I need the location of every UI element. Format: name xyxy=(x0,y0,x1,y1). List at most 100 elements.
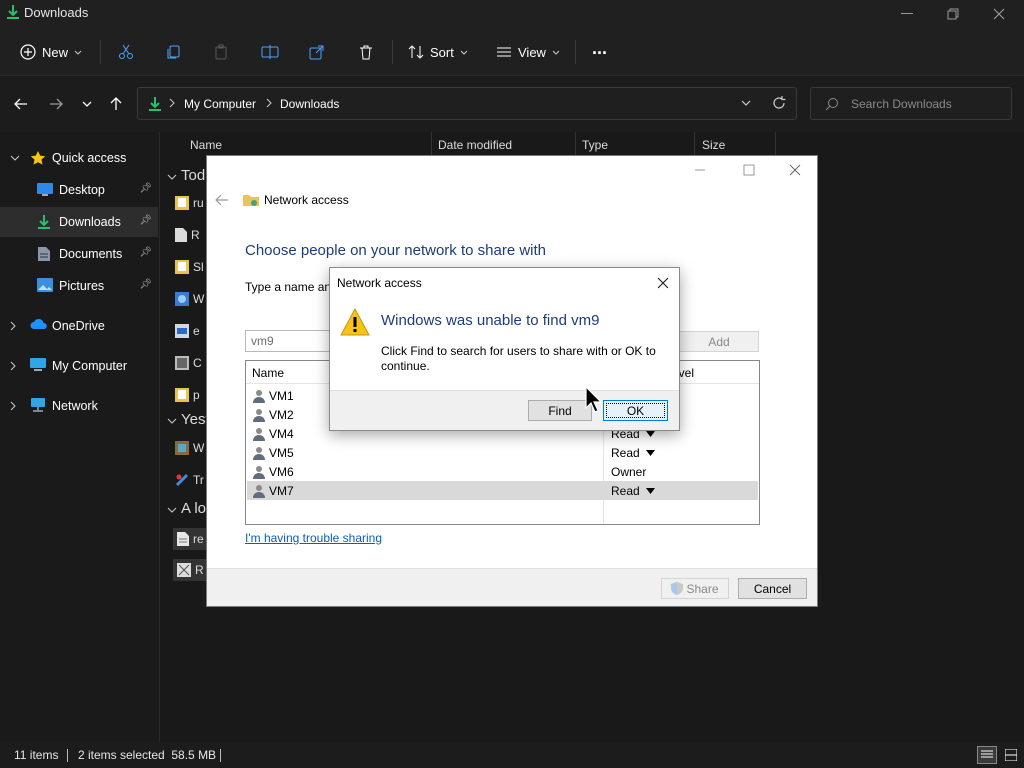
chevron-down-icon xyxy=(167,418,181,424)
back-button[interactable] xyxy=(11,96,31,112)
address-dropdown-icon[interactable] xyxy=(741,100,751,106)
paste-button[interactable] xyxy=(213,38,229,66)
list-item[interactable]: C xyxy=(175,356,202,370)
network-icon xyxy=(30,398,46,414)
rename-button[interactable] xyxy=(261,38,279,66)
view-button[interactable]: View xyxy=(496,38,560,66)
dialog-close-button[interactable] xyxy=(789,164,801,176)
chevron-right-icon xyxy=(10,401,20,411)
dialog-minimize-button[interactable] xyxy=(694,164,706,176)
details-view-button[interactable] xyxy=(977,746,997,764)
desktop-icon xyxy=(37,182,53,198)
app-icon xyxy=(175,292,189,306)
nav-documents[interactable]: Documents 📌︎ xyxy=(0,239,158,269)
more-options-button[interactable]: ... xyxy=(592,34,607,62)
close-window-button[interactable] xyxy=(976,2,1022,26)
minimize-button[interactable] xyxy=(884,2,930,26)
column-header-type[interactable]: Type xyxy=(582,138,608,152)
document-icon xyxy=(37,246,53,262)
breadcrumb-downloads[interactable]: Downloads xyxy=(280,97,339,111)
search-box[interactable]: Search Downloads xyxy=(810,87,1012,120)
table-row-selected[interactable]: VM7 Read xyxy=(247,481,758,500)
up-button[interactable] xyxy=(106,96,126,112)
share-submit-button[interactable]: Share xyxy=(661,578,729,599)
file-name: Sl xyxy=(193,260,204,274)
scissors-icon xyxy=(118,44,134,60)
recent-locations-button[interactable] xyxy=(77,96,97,112)
address-row: My Computer Downloads Search Downloads xyxy=(0,76,1024,132)
permission-dropdown[interactable]: Read xyxy=(611,484,655,498)
new-button[interactable]: New xyxy=(20,38,82,66)
list-item[interactable]: e xyxy=(175,324,200,338)
group-header[interactable]: A lo xyxy=(167,500,206,517)
copy-icon xyxy=(166,44,182,60)
cut-button[interactable] xyxy=(118,38,134,66)
address-bar[interactable]: My Computer Downloads xyxy=(137,87,797,120)
ok-button[interactable]: OK xyxy=(603,400,668,421)
column-header-size[interactable]: Size xyxy=(702,138,725,152)
cancel-button[interactable]: Cancel xyxy=(738,578,807,599)
toolbar-divider xyxy=(575,40,576,64)
delete-button[interactable] xyxy=(358,38,374,66)
picture-icon xyxy=(37,278,53,294)
list-item[interactable]: R xyxy=(175,228,200,242)
user-icon xyxy=(253,484,265,498)
image-file-icon xyxy=(177,563,191,577)
user-name: VM4 xyxy=(269,426,294,441)
list-item[interactable]: Tr xyxy=(175,473,204,487)
nav-desktop[interactable]: Desktop 📌︎ xyxy=(0,175,158,205)
column-header-date[interactable]: Date modified xyxy=(438,138,512,152)
file-name: R xyxy=(191,228,200,242)
list-item[interactable]: Sl xyxy=(175,260,204,274)
nav-pictures[interactable]: Pictures 📌︎ xyxy=(0,271,158,301)
permission-value: Owner xyxy=(611,465,646,479)
restore-button[interactable] xyxy=(930,2,976,26)
forward-button[interactable] xyxy=(46,96,66,112)
list-item-selected[interactable]: R xyxy=(173,559,208,581)
dialog-maximize-button[interactable] xyxy=(743,164,755,176)
trouble-sharing-link[interactable]: I'm having trouble sharing xyxy=(245,531,382,545)
share-button[interactable] xyxy=(309,38,325,66)
column-header-name[interactable]: Name xyxy=(190,138,222,152)
nav-label: Network xyxy=(52,399,98,413)
permission-dropdown[interactable]: Read xyxy=(611,446,655,460)
tiles-view-icon xyxy=(1005,749,1017,761)
dialog-back-button[interactable] xyxy=(215,194,229,206)
list-item[interactable]: p xyxy=(175,388,200,402)
nav-quick-access[interactable]: Quick access xyxy=(0,143,158,173)
list-item[interactable]: ru xyxy=(175,196,204,210)
copy-button[interactable] xyxy=(166,38,182,66)
refresh-icon[interactable] xyxy=(772,96,786,110)
sort-button[interactable]: Sort xyxy=(408,38,468,66)
chevron-down-icon xyxy=(167,174,181,180)
error-close-button[interactable] xyxy=(657,277,669,289)
sort-label: Sort xyxy=(430,44,454,60)
dialog-footer: Share Cancel xyxy=(207,568,817,606)
list-item[interactable]: W xyxy=(175,441,204,455)
warning-icon xyxy=(340,308,370,336)
list-header-name[interactable]: Name xyxy=(252,366,284,380)
nav-label: Pictures xyxy=(59,279,105,293)
nav-my-computer[interactable]: My Computer xyxy=(0,351,158,381)
search-placeholder: Search Downloads xyxy=(851,97,952,111)
breadcrumb-my-computer[interactable]: My Computer xyxy=(184,97,256,111)
nav-downloads[interactable]: Downloads 📌︎ xyxy=(0,207,158,237)
user-icon xyxy=(253,427,265,441)
tiles-view-button[interactable] xyxy=(1002,746,1020,764)
group-header[interactable]: Yest xyxy=(167,411,210,428)
nav-label: Desktop xyxy=(59,183,105,197)
dialog-heading: Choose people on your network to share w… xyxy=(245,242,547,259)
find-button[interactable]: Find xyxy=(528,400,592,421)
caret-down-icon xyxy=(645,488,655,494)
nav-network[interactable]: Network xyxy=(0,391,158,421)
group-header[interactable]: Tod xyxy=(167,167,205,184)
add-button[interactable]: Add xyxy=(679,331,759,352)
permission-label: Owner xyxy=(611,465,647,479)
list-item[interactable]: W xyxy=(175,292,204,306)
nav-onedrive[interactable]: OneDrive xyxy=(0,311,158,341)
table-row[interactable]: VM5 Read xyxy=(247,443,758,462)
cloud-icon xyxy=(30,318,47,334)
user-name: VM1 xyxy=(269,388,294,403)
list-item-selected[interactable]: re xyxy=(173,528,208,550)
table-row[interactable]: VM6 Owner xyxy=(247,462,758,481)
